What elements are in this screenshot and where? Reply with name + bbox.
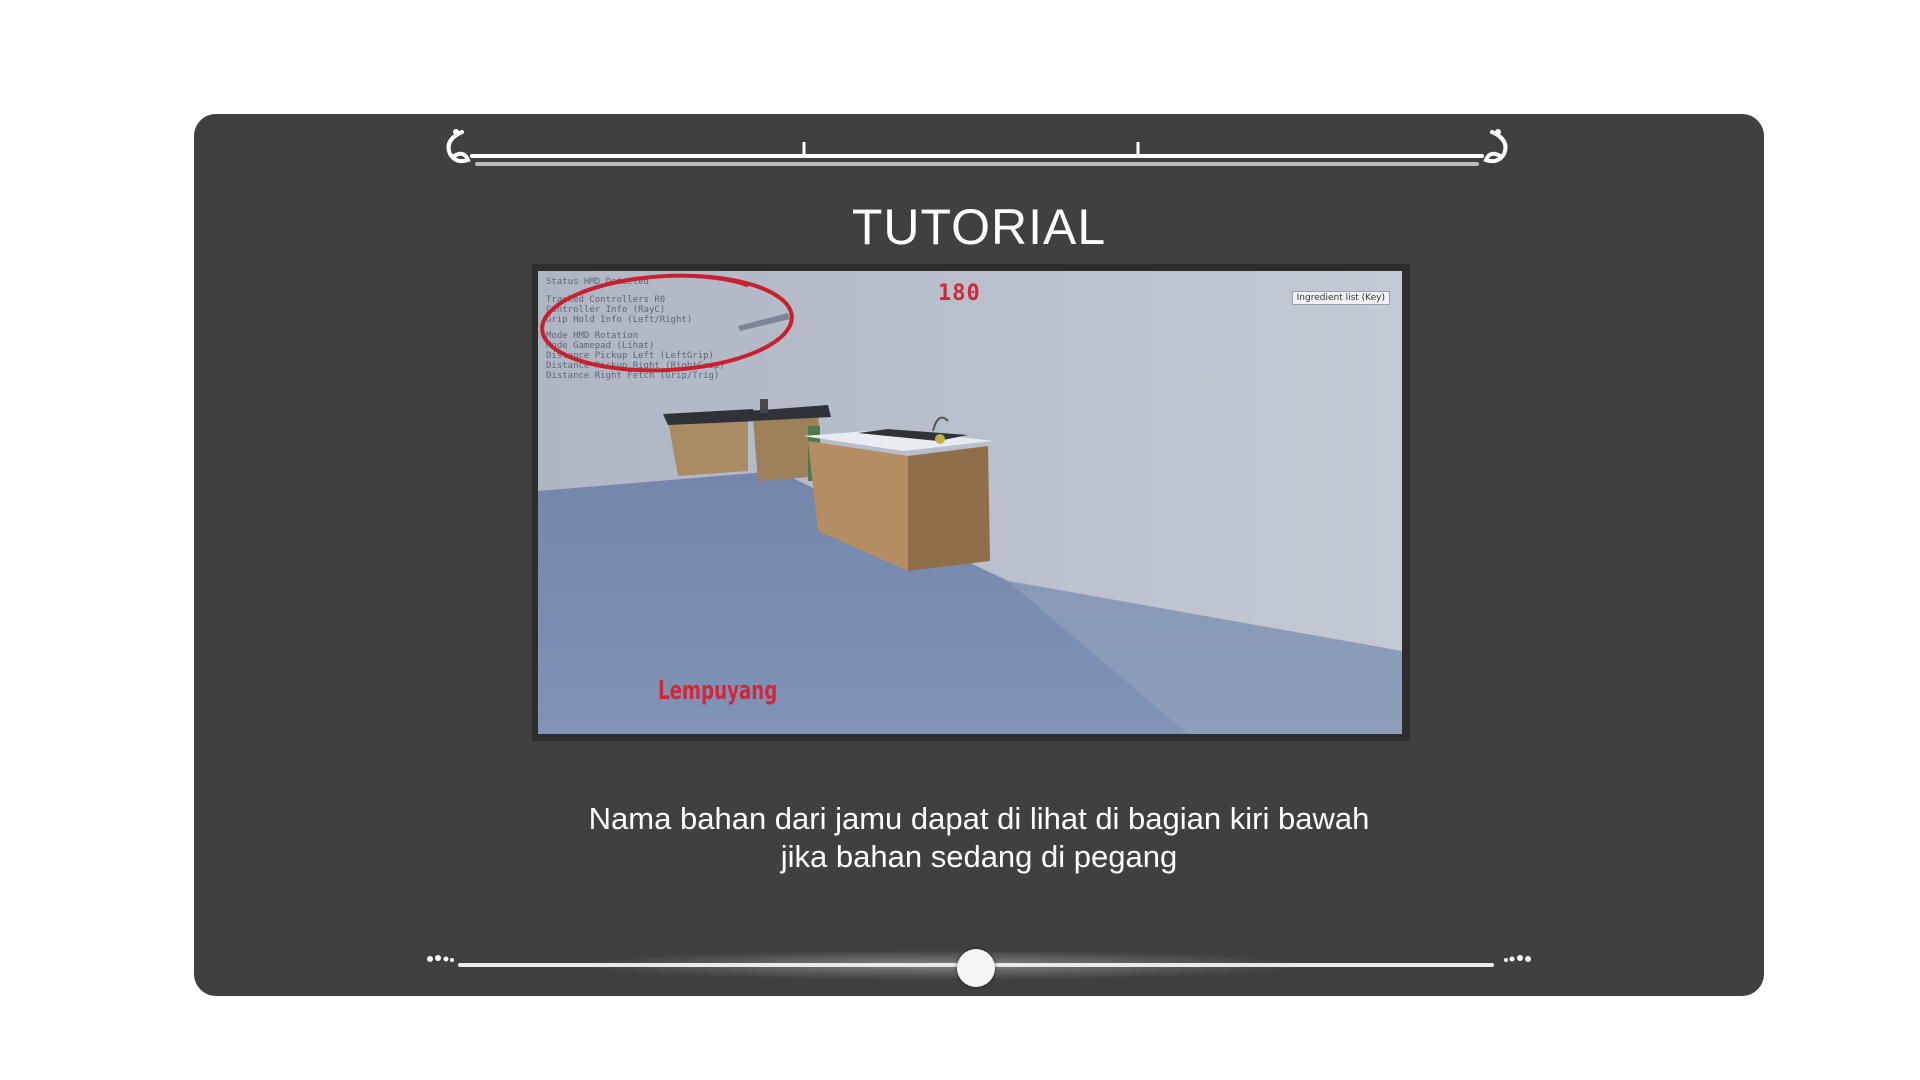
- caption-line-2: jika bahan sedang di pegang: [780, 839, 1178, 874]
- held-ingredient-name: Lempuyang: [658, 676, 778, 706]
- ingredient-list-button: Ingredient list (Key): [1291, 291, 1390, 305]
- caption-line-1: Nama bahan dari jamu dapat di lihat di b…: [588, 801, 1370, 836]
- highlight-circle: [540, 273, 794, 373]
- decorative-ornament-top: [446, 129, 1508, 166]
- page-title: TUTORIAL: [851, 199, 1107, 255]
- video-frame: Status HMD Detected Tracked Controllers …: [532, 264, 1410, 741]
- slider-thumb[interactable]: [957, 949, 995, 987]
- game-timer: 180: [938, 281, 981, 306]
- tutorial-panel: TUTORIAL Status HMD Detected Tracked Con…: [194, 114, 1764, 996]
- tutorial-caption: Nama bahan dari jamu dapat di lihat di b…: [194, 800, 1764, 876]
- tutorial-video[interactable]: Status HMD Detected Tracked Controllers …: [538, 271, 1402, 734]
